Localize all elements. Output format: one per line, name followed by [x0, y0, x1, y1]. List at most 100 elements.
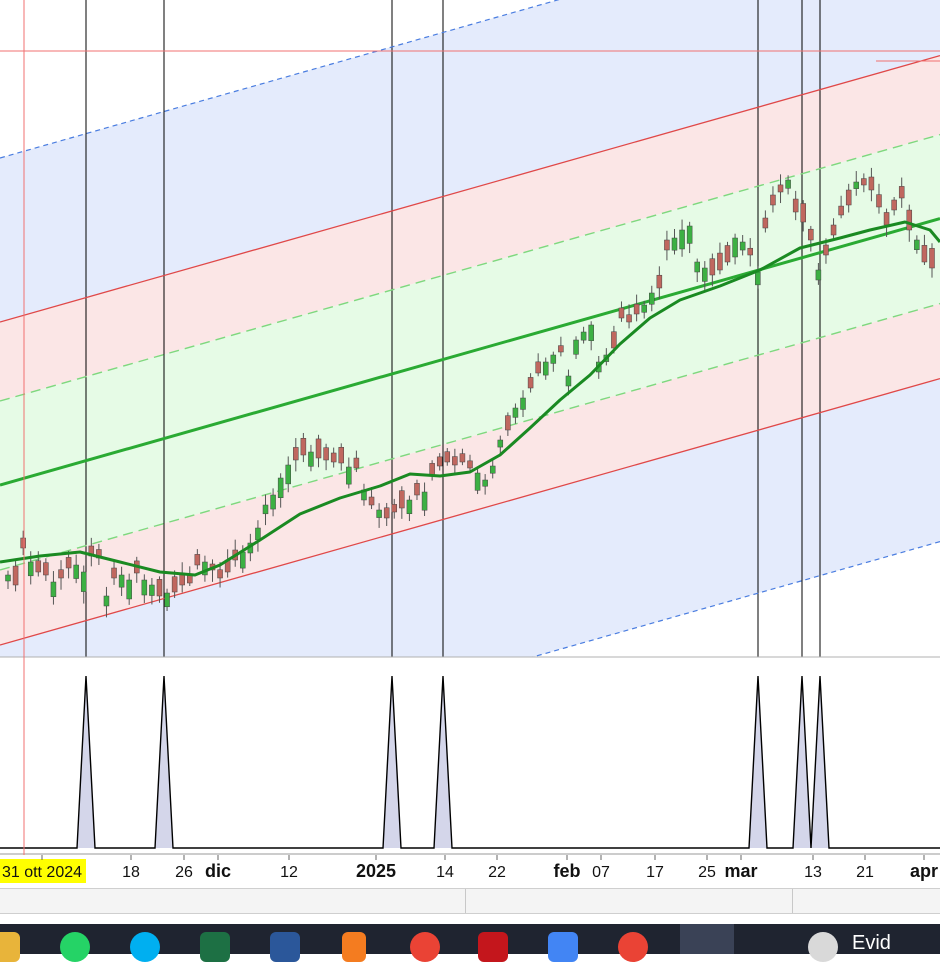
chrome-icon-2[interactable]: [618, 932, 648, 962]
candle-body: [861, 178, 867, 186]
candle-body: [588, 324, 594, 341]
excel-icon[interactable]: [200, 932, 230, 962]
event-peaks-fill: [0, 676, 940, 848]
candle-body: [20, 537, 26, 549]
tick-label: 14: [436, 864, 454, 881]
tick-label: 31 ott 2024: [2, 864, 82, 881]
candle: [724, 241, 731, 266]
candle-body: [883, 212, 890, 226]
candle-body: [285, 464, 291, 485]
candle-body: [171, 576, 178, 593]
taskbar: [0, 924, 940, 962]
candle-body: [293, 447, 299, 461]
candle-body: [300, 437, 307, 456]
candle-body: [777, 184, 784, 193]
strip-separator: [465, 889, 466, 913]
candle-body: [542, 361, 549, 376]
candle-body: [73, 564, 79, 579]
candle-body: [35, 560, 42, 573]
meet-icon[interactable]: [548, 932, 578, 962]
candle-body: [376, 509, 382, 518]
candle-body: [664, 239, 670, 251]
candle-body: [891, 199, 897, 211]
candle-body: [565, 375, 572, 387]
candle-body: [686, 225, 693, 244]
candle-body: [679, 229, 685, 250]
candle-body: [194, 554, 201, 566]
tick-label: 17: [646, 864, 664, 881]
tick-label: 2025: [356, 861, 396, 881]
candle-body: [649, 292, 655, 305]
vlc-icon[interactable]: [342, 932, 366, 962]
candle-body: [277, 477, 284, 498]
candle-body: [452, 456, 458, 466]
candle-body: [868, 176, 875, 191]
candle-body: [815, 269, 822, 281]
x-axis: 31 ott 2024 18 26 dic 12 2025 14 22 feb 07 17 25 mar…: [0, 855, 940, 888]
candle-body: [126, 579, 132, 600]
candle-body: [489, 465, 496, 474]
candle-body: [906, 209, 913, 231]
candle-body: [611, 331, 617, 349]
candle-body: [505, 415, 511, 431]
candle-body: [792, 198, 799, 213]
candle-body: [421, 491, 428, 511]
candle-body: [633, 303, 640, 315]
candle-body: [520, 397, 526, 410]
candle-body: [80, 571, 87, 592]
candle-body: [898, 186, 905, 199]
tick-label: 12: [280, 864, 298, 881]
candle-body: [550, 354, 557, 364]
candle-body: [436, 456, 443, 467]
candle-body: [656, 274, 663, 289]
candle-body: [444, 451, 451, 463]
chrome-icon[interactable]: [410, 932, 440, 962]
candle-body: [914, 239, 920, 251]
candle-body: [785, 179, 791, 189]
candle-body: [830, 224, 837, 236]
whatsapp-icon[interactable]: [60, 932, 90, 962]
pdf-icon[interactable]: [478, 932, 508, 962]
candle-body: [876, 194, 882, 208]
candle-body: [929, 248, 935, 269]
candle-body: [671, 237, 678, 251]
candle-body: [164, 592, 170, 608]
tick-label: 18: [122, 864, 140, 881]
candle-body: [65, 557, 72, 569]
candle-body: [270, 494, 276, 510]
skype-icon[interactable]: [130, 932, 160, 962]
folder-icon[interactable]: [0, 932, 20, 962]
candle-body: [346, 466, 352, 485]
tick-label: 22: [488, 864, 506, 881]
event-indicator-panel: [0, 656, 940, 855]
candle-body: [558, 345, 564, 353]
candle-body: [12, 565, 19, 586]
candle-body: [255, 527, 261, 541]
candle-body: [739, 241, 746, 251]
candle-body: [482, 479, 488, 487]
candle-body: [368, 496, 375, 506]
candle-body: [240, 551, 246, 569]
candle-body: [58, 569, 64, 579]
candle-body: [308, 451, 314, 467]
candle-body: [383, 507, 390, 519]
candle-body: [535, 361, 541, 374]
chart-app-icon[interactable]: [680, 924, 734, 954]
candle-body: [853, 181, 860, 189]
taskbar-app-label: Evid: [852, 932, 891, 954]
status-strip: [0, 888, 940, 914]
candle-body: [118, 574, 125, 588]
candle-body: [50, 581, 57, 598]
app-icon[interactable]: [808, 932, 838, 962]
candle-body: [702, 267, 708, 282]
candle-body: [5, 574, 11, 582]
candle-body: [391, 504, 398, 513]
candle-body: [323, 447, 329, 461]
candle-body: [800, 203, 806, 223]
candle-body: [747, 247, 753, 256]
candle-body: [149, 584, 155, 596]
candle-body: [838, 205, 844, 216]
word-icon[interactable]: [270, 932, 300, 962]
channel-bands: [0, 0, 940, 657]
candle-body: [217, 569, 223, 579]
